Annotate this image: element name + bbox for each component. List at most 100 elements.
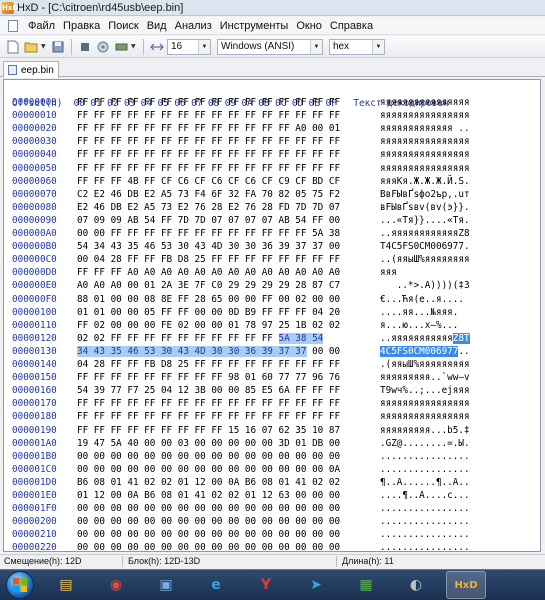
menu-window[interactable]: Окно bbox=[292, 20, 326, 32]
menu-view[interactable]: Вид bbox=[143, 20, 171, 32]
row-hex-bytes[interactable]: FF 02 00 00 00 FE 02 00 00 01 78 97 25 1… bbox=[77, 319, 340, 332]
row-hex-bytes[interactable]: 02 02 FF FF FF FF FF FF FF FF FF FF 5A 3… bbox=[77, 332, 324, 345]
ram-icon[interactable] bbox=[113, 39, 129, 55]
menu-file[interactable]: Файл bbox=[24, 20, 59, 32]
bytes-per-row-select[interactable]: 16 ▼ bbox=[167, 38, 211, 55]
row-decoded-text[interactable]: .(яяыШ%яяяяяяяяя bbox=[380, 358, 470, 371]
hex-row[interactable]: 00000160 54 39 77 F7 25 04 12 3B 00 00 85… bbox=[4, 384, 540, 397]
offset-base-select[interactable]: hex ▼ bbox=[329, 38, 385, 55]
hex-row[interactable]: 00000140 04 28 FF FF FB D8 25 FF FF FF FF… bbox=[4, 358, 540, 371]
row-decoded-text[interactable]: T9wч%..;...еjяяя bbox=[380, 384, 470, 397]
row-hex-bytes[interactable]: 04 28 FF FF FB D8 25 FF FF FF FF FF FF F… bbox=[77, 358, 340, 371]
virtualbox-icon[interactable]: ▣ bbox=[146, 571, 186, 599]
row-decoded-text[interactable]: ................ bbox=[380, 450, 470, 463]
row-decoded-text[interactable]: T4C5FS0CM006977. bbox=[380, 240, 470, 253]
row-decoded-text[interactable]: яяя bbox=[380, 266, 470, 279]
row-decoded-text[interactable]: яяяяяяяяя...b5.‡ bbox=[380, 424, 470, 437]
row-hex-bytes[interactable]: FF FF FF FF FF FF FF FF FF FF FF FF FF F… bbox=[77, 109, 340, 122]
row-hex-bytes[interactable]: FF FF FF FF FF FF FF FF FF FF FF FF FF F… bbox=[77, 96, 340, 109]
hex-row[interactable]: 000001F0 00 00 00 00 00 00 00 00 00 00 00… bbox=[4, 502, 540, 515]
hex-row[interactable]: 00000080 E2 46 DB E2 A5 73 E2 76 28 E2 76… bbox=[4, 201, 540, 214]
row-hex-bytes[interactable]: 07 09 09 AB 54 FF 7D 7D 07 07 07 07 AB 5… bbox=[77, 214, 340, 227]
row-decoded-text[interactable]: ¶..A......¶..A.. bbox=[380, 476, 470, 489]
row-decoded-text[interactable]: яяяяяяяяя..`ww–v bbox=[380, 371, 470, 384]
chevron-down-icon[interactable]: ▼ bbox=[310, 39, 322, 54]
row-hex-bytes[interactable]: C2 E2 46 DB E2 A5 73 F4 6F 32 FA 70 82 0… bbox=[77, 188, 340, 201]
hex-row[interactable]: 00000050 FF FF FF FF FF FF FF FF FF FF FF… bbox=[4, 162, 540, 175]
hex-row[interactable]: 000000F0 88 01 00 00 08 8E FF 28 65 00 00… bbox=[4, 293, 540, 306]
row-decoded-text[interactable]: €...Ћя(e..я.... bbox=[380, 293, 464, 306]
document-icon[interactable] bbox=[8, 19, 18, 32]
hex-row[interactable]: 000000E0 A0 A0 A0 00 01 2A 3E 7F C0 29 29… bbox=[4, 279, 540, 292]
row-hex-bytes[interactable]: 54 39 77 F7 25 04 12 3B 00 00 85 E5 6A F… bbox=[77, 384, 340, 397]
row-decoded-text[interactable]: ..*>.А))))(‡З bbox=[380, 279, 470, 292]
row-hex-bytes[interactable]: 00 00 00 00 00 00 00 00 00 00 00 00 00 0… bbox=[77, 515, 340, 528]
explorer-icon[interactable]: ▤ bbox=[46, 571, 86, 599]
hex-row[interactable]: 000001B0 00 00 00 00 00 00 00 00 00 00 00… bbox=[4, 450, 540, 463]
hex-row[interactable]: 00000180 FF FF FF FF FF FF FF FF FF FF FF… bbox=[4, 410, 540, 423]
row-hex-bytes[interactable]: FF FF FF FF FF FF FF FF FF 15 16 07 62 3… bbox=[77, 424, 340, 437]
row-decoded-text[interactable]: яяяяяяяяяяяяя .. bbox=[380, 122, 470, 135]
row-hex-bytes[interactable]: FF FF FF FF FF FF FF FF FF FF FF FF FF F… bbox=[77, 397, 340, 410]
row-decoded-text[interactable]: я...ю...x—%... bbox=[380, 319, 458, 332]
hxd-icon[interactable]: HxD bbox=[446, 571, 486, 599]
hex-row[interactable]: 00000110 FF 02 00 00 00 FE 02 00 00 01 78… bbox=[4, 319, 540, 332]
charset-select[interactable]: Windows (ANSI) ▼ bbox=[217, 38, 323, 55]
menu-tools[interactable]: Инструменты bbox=[216, 20, 293, 32]
row-hex-bytes[interactable]: FF FF FF FF FF FF FF FF FF FF FF FF FF F… bbox=[77, 162, 340, 175]
hex-row[interactable]: 00000030 FF FF FF FF FF FF FF FF FF FF FF… bbox=[4, 135, 540, 148]
row-decoded-text[interactable]: ................ bbox=[380, 515, 470, 528]
row-hex-bytes[interactable]: FF FF FF FF FF FF FF FF FF FF FF FF FF F… bbox=[77, 410, 340, 423]
columns-icon[interactable] bbox=[149, 39, 165, 55]
row-hex-bytes[interactable]: A0 A0 A0 00 01 2A 3E 7F C0 29 29 29 29 2… bbox=[77, 279, 340, 292]
row-decoded-text[interactable]: ................ bbox=[380, 502, 470, 515]
row-decoded-text[interactable]: яяяяяяяяяяяяяяяя bbox=[380, 397, 470, 410]
hex-row[interactable]: 00000000 FF FF FF FF FF FF FF FF FF FF FF… bbox=[4, 96, 540, 109]
row-hex-bytes[interactable]: FF FF FF A0 A0 A0 A0 A0 A0 A0 A0 A0 A0 A… bbox=[77, 266, 340, 279]
tab-eep-bin[interactable]: eep.bin bbox=[3, 61, 59, 78]
hex-row[interactable]: 00000020 FF FF FF FF FF FF FF FF FF FF FF… bbox=[4, 122, 540, 135]
hex-row[interactable]: 000001D0 B6 08 01 41 02 02 01 12 00 0A B6… bbox=[4, 476, 540, 489]
row-hex-bytes[interactable]: 54 34 43 35 46 53 30 43 4D 30 30 36 39 3… bbox=[77, 240, 340, 253]
row-hex-bytes[interactable]: 00 00 00 00 00 00 00 00 00 00 00 00 00 0… bbox=[77, 463, 340, 476]
hex-row[interactable]: 000000B0 54 34 43 35 46 53 30 43 4D 30 30… bbox=[4, 240, 540, 253]
ram-dropdown-icon[interactable]: ▼ bbox=[131, 43, 138, 50]
row-hex-bytes[interactable]: 01 12 00 0A B6 08 01 41 02 02 01 12 63 0… bbox=[77, 489, 340, 502]
row-hex-bytes[interactable]: FF FF FF 4B FF CF C6 CF C6 CF C6 CF C9 C… bbox=[77, 175, 340, 188]
row-hex-bytes[interactable]: 00 00 00 00 00 00 00 00 00 00 00 00 00 0… bbox=[77, 528, 340, 541]
open-folder-icon[interactable] bbox=[23, 39, 39, 55]
yandex-icon[interactable]: Y bbox=[246, 571, 286, 599]
row-decoded-text[interactable]: яяяяяяяяяяяяяяяя bbox=[380, 148, 470, 161]
ie-icon[interactable]: e bbox=[196, 571, 236, 599]
row-decoded-text[interactable]: 4C5FS0CM006977.. bbox=[380, 345, 470, 358]
hex-row[interactable]: 00000210 00 00 00 00 00 00 00 00 00 00 00… bbox=[4, 528, 540, 541]
menu-analysis[interactable]: Анализ bbox=[171, 20, 216, 32]
row-decoded-text[interactable]: яяяяяяяяяяяяяяяя bbox=[380, 109, 470, 122]
row-hex-bytes[interactable]: 00 00 FF FF FF FF FF FF FF FF FF FF FF F… bbox=[77, 227, 340, 240]
hex-row[interactable]: 00000040 FF FF FF FF FF FF FF FF FF FF FF… bbox=[4, 148, 540, 161]
row-hex-bytes[interactable]: B6 08 01 41 02 02 01 12 00 0A B6 08 01 4… bbox=[77, 476, 340, 489]
app-icon[interactable]: ▦ bbox=[346, 571, 386, 599]
row-hex-bytes[interactable]: FF FF FF FF FF FF FF FF FF FF FF FF FF F… bbox=[77, 135, 340, 148]
row-decoded-text[interactable]: яяяКя.Ж.Ж.Ж.Й.Ѕ. bbox=[380, 175, 470, 188]
hex-row[interactable]: 00000060 FF FF FF 4B FF CF C6 CF C6 CF C6… bbox=[4, 175, 540, 188]
row-decoded-text[interactable]: ................ bbox=[380, 528, 470, 541]
new-file-icon[interactable] bbox=[5, 39, 21, 55]
hex-row[interactable]: 00000120 02 02 FF FF FF FF FF FF FF FF FF… bbox=[4, 332, 540, 345]
row-decoded-text[interactable]: ВвFЫвҐsфo2ъp‚.uт bbox=[380, 188, 470, 201]
menu-edit[interactable]: Правка bbox=[59, 20, 104, 32]
hex-row[interactable]: 00000070 C2 E2 46 DB E2 A5 73 F4 6F 32 FA… bbox=[4, 188, 540, 201]
media-icon[interactable]: ◐ bbox=[396, 571, 436, 599]
disk-icon[interactable] bbox=[95, 39, 111, 55]
row-hex-bytes[interactable]: 34 43 35 46 53 30 43 4D 30 30 36 39 37 3… bbox=[77, 345, 340, 358]
save-icon[interactable] bbox=[50, 39, 66, 55]
chevron-down-icon[interactable]: ▼ bbox=[372, 39, 384, 54]
start-button[interactable] bbox=[6, 571, 34, 599]
hex-row[interactable]: 00000200 00 00 00 00 00 00 00 00 00 00 00… bbox=[4, 515, 540, 528]
hex-row[interactable]: 00000100 01 01 00 00 05 FF FF 00 00 0D B9… bbox=[4, 306, 540, 319]
chrome-icon[interactable]: ◉ bbox=[96, 571, 136, 599]
row-decoded-text[interactable]: ....¶..A....c... bbox=[380, 489, 470, 502]
row-hex-bytes[interactable]: FF FF FF FF FF FF FF FF FF 98 01 60 77 7… bbox=[77, 371, 340, 384]
row-decoded-text[interactable]: ....яя...№яяя. bbox=[380, 306, 464, 319]
hex-row[interactable]: 000000A0 00 00 FF FF FF FF FF FF FF FF FF… bbox=[4, 227, 540, 240]
